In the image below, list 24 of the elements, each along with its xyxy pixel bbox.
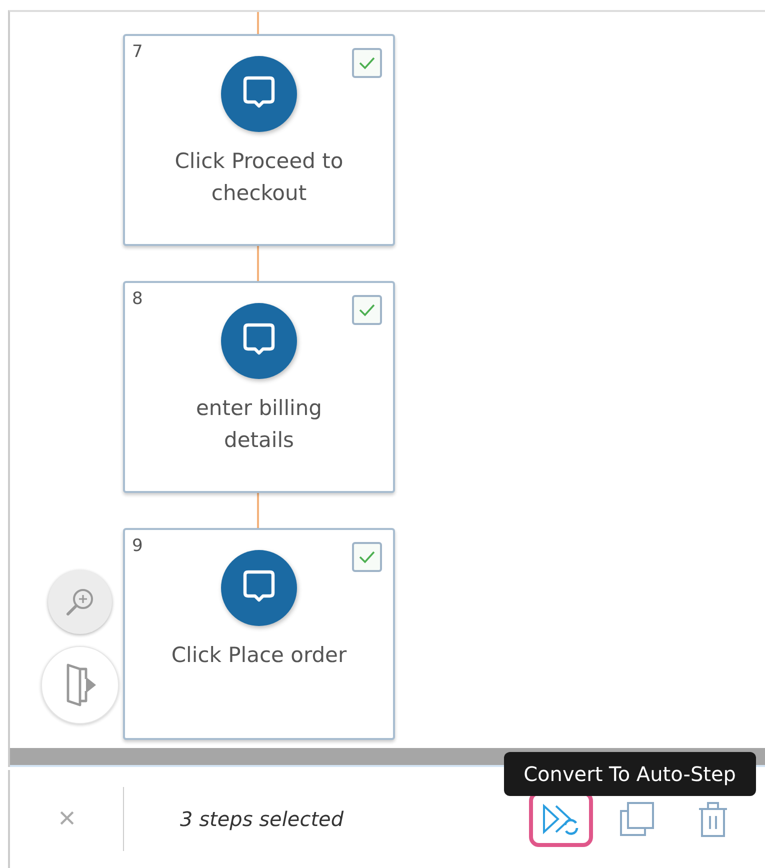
- chat-bubble-icon: [220, 549, 298, 627]
- step-checkbox[interactable]: [352, 295, 382, 325]
- step-number: 8: [132, 289, 143, 309]
- step-checkbox[interactable]: [352, 48, 382, 78]
- chat-bubble-icon: [220, 55, 298, 133]
- checkmark-icon: [358, 303, 376, 317]
- checkmark-icon: [358, 56, 376, 70]
- step-card[interactable]: 8 enter billing details: [123, 281, 395, 493]
- step-checkbox[interactable]: [352, 542, 382, 572]
- step-number: 9: [132, 536, 143, 556]
- tooltip: Convert To Auto-Step: [504, 752, 756, 796]
- step-card[interactable]: 9 Click Place order: [123, 528, 395, 740]
- step-label: enter billing details: [195, 395, 323, 454]
- double-arrow-refresh-icon: [541, 801, 581, 837]
- copy-icon: [617, 799, 657, 839]
- step-label: Click Proceed to checkout: [174, 148, 344, 207]
- zoom-in-button[interactable]: [48, 570, 112, 634]
- checkmark-icon: [358, 550, 376, 564]
- chat-bubble-icon: [220, 302, 298, 380]
- exit-button[interactable]: [41, 646, 119, 724]
- step-label: Click Place order: [170, 642, 348, 669]
- selection-summary: 3 steps selected: [180, 807, 344, 831]
- step-card[interactable]: 7 Click Proceed to checkout: [123, 34, 395, 246]
- step-number: 7: [132, 42, 143, 62]
